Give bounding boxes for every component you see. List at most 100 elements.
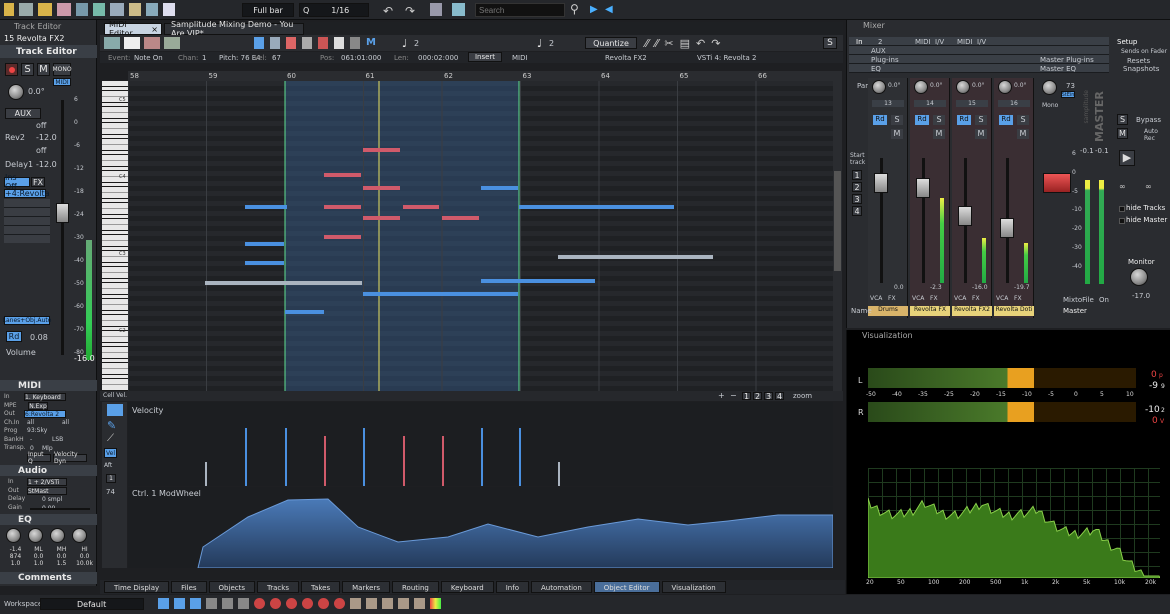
eye-icon[interactable]: [270, 598, 281, 609]
staccato-icon[interactable]: ⁄⁄: [655, 37, 659, 50]
bottom-tab[interactable]: Keyboard: [440, 581, 494, 593]
channel-read-button[interactable]: Rd: [999, 115, 1013, 125]
zoom-in-icon[interactable]: +: [718, 391, 725, 400]
list-icon[interactable]: [19, 3, 33, 16]
tab-project[interactable]: Samplitude Mixing Demo - You Are.VIP*: [164, 20, 304, 38]
zoom-preset-4[interactable]: 4: [775, 392, 784, 401]
channel-vca-button[interactable]: VCA: [996, 295, 1008, 302]
mixer-solo-right[interactable]: S: [1117, 114, 1128, 125]
channel-vca-button[interactable]: VCA: [912, 295, 924, 302]
start-track-1[interactable]: 1: [852, 170, 862, 180]
bottom-tab[interactable]: Time Display: [104, 581, 170, 593]
note-length-icon[interactable]: ♩: [402, 37, 407, 50]
vel-value[interactable]: 67: [272, 54, 281, 62]
close-icon[interactable]: ×: [151, 25, 158, 34]
insert-slots[interactable]: [4, 199, 50, 243]
rev-send-label[interactable]: Rev2: [5, 133, 25, 142]
audio-in-select[interactable]: 1 + 2/VSTi: [27, 478, 67, 486]
channel-fx-button[interactable]: FX: [972, 295, 980, 302]
master-plugins-label[interactable]: Master Plug-ins: [1040, 56, 1094, 64]
scissors-icon[interactable]: ✂: [664, 37, 673, 50]
sends-on-fader-button[interactable]: Sends on Fader: [1121, 48, 1167, 55]
layout-icon[interactable]: [206, 598, 217, 609]
undo-icon[interactable]: ↶: [383, 4, 393, 18]
eraser-tool-icon[interactable]: [334, 37, 344, 49]
wand-icon[interactable]: [452, 3, 465, 16]
channel-fader-track[interactable]: [922, 158, 925, 283]
bottom-tab[interactable]: Info: [495, 581, 529, 593]
back-icon[interactable]: ◀: [605, 4, 613, 15]
mixer-plugins-label[interactable]: Plug-ins: [871, 56, 899, 64]
master-on-label[interactable]: On: [1099, 296, 1109, 304]
aux-button[interactable]: AUX: [5, 108, 41, 119]
redo-icon[interactable]: ↷: [405, 4, 415, 18]
velocity-dyn-button[interactable]: Velocity Dyn: [53, 451, 87, 465]
mixer-midi-label-2[interactable]: MIDI: [957, 38, 973, 46]
zoom-preset-2[interactable]: 2: [753, 392, 762, 401]
resets-button[interactable]: Resets: [1127, 57, 1150, 65]
channel-name[interactable]: Revolta Doti: [994, 306, 1034, 316]
zoom-out-icon[interactable]: −: [730, 391, 737, 400]
mixer-in-num[interactable]: 2: [878, 38, 882, 46]
channel-fx-button[interactable]: FX: [930, 295, 938, 302]
channel-mute-button[interactable]: M: [933, 129, 945, 139]
grid-icon[interactable]: [163, 3, 175, 16]
volume-fader-handle[interactable]: [56, 203, 69, 223]
channel-pan-knob[interactable]: [956, 80, 970, 94]
channel-fader-handle[interactable]: [1000, 218, 1014, 238]
piano-icon[interactable]: [124, 37, 140, 49]
pos-value[interactable]: 061:01:000: [341, 54, 381, 62]
mixer-in-label[interactable]: In: [856, 38, 863, 46]
eye-icon[interactable]: [334, 598, 345, 609]
vsti-label[interactable]: VSTi 4: Revolta 2: [697, 54, 756, 62]
record-button[interactable]: [5, 63, 18, 76]
midi-out-label[interactable]: MIDI: [512, 54, 528, 62]
arrange-icon[interactable]: [129, 3, 141, 16]
mixer-icon[interactable]: [366, 598, 377, 609]
score-icon[interactable]: [164, 37, 180, 49]
channel-solo-button[interactable]: S: [1017, 115, 1029, 125]
master-fader-handle[interactable]: [1043, 173, 1071, 193]
len-value[interactable]: 000:02:000: [418, 54, 458, 62]
eye-icon[interactable]: [286, 598, 297, 609]
snapshots-button[interactable]: Snapshots: [1123, 65, 1159, 73]
mute-tool-icon[interactable]: [318, 37, 328, 49]
glue-icon[interactable]: ▤: [680, 37, 690, 50]
prog-value[interactable]: 93:Sky: [27, 427, 47, 434]
editor-solo-button[interactable]: S: [823, 37, 837, 49]
mute-button[interactable]: M: [37, 63, 50, 76]
undo-icon[interactable]: ↶: [696, 37, 705, 50]
insert-button[interactable]: Insert: [468, 52, 502, 62]
note-length-value-2[interactable]: 2: [549, 39, 554, 48]
channel-name[interactable]: Revolta FX: [910, 306, 950, 316]
channel-pan-knob[interactable]: [998, 80, 1012, 94]
solo-button[interactable]: S: [21, 63, 34, 76]
line-draw-icon[interactable]: ⟋: [107, 433, 114, 444]
quantize-select[interactable]: Q 1/16: [299, 3, 369, 17]
input-q-button[interactable]: Input Q: [27, 451, 51, 465]
pointer-tool-icon[interactable]: [107, 404, 123, 416]
link-icon[interactable]: ∞: [1145, 182, 1152, 191]
start-track-2[interactable]: 2: [852, 182, 862, 192]
channel-fader-handle[interactable]: [916, 178, 930, 198]
channel-pan-knob[interactable]: [872, 80, 886, 94]
cut-icon[interactable]: [93, 3, 105, 16]
note-length-icon-2[interactable]: ♩: [537, 37, 542, 50]
tab-midi-editor[interactable]: MIDI Editor ×: [104, 20, 162, 38]
mixtofile-label[interactable]: MixtoFile: [1063, 296, 1094, 304]
snap-icon[interactable]: [146, 3, 158, 16]
vel-lane-button[interactable]: Vel: [104, 448, 117, 458]
bypass-button[interactable]: Bypass: [1136, 116, 1161, 124]
stein-button[interactable]: StEin: [1061, 91, 1075, 98]
channel-read-button[interactable]: Rd: [957, 115, 971, 125]
hide-master-label[interactable]: hide Master: [1126, 216, 1167, 224]
layout-icon[interactable]: [190, 598, 201, 609]
start-track-4[interactable]: 4: [852, 206, 862, 216]
eq-hi-knob[interactable]: [72, 528, 87, 543]
eraser-icon[interactable]: [57, 3, 71, 16]
tools-icon[interactable]: [430, 3, 442, 16]
volume-fader-track[interactable]: [61, 100, 64, 355]
instrument-label[interactable]: Revolta FX2: [605, 54, 647, 62]
channel-vca-button[interactable]: VCA: [954, 295, 966, 302]
channel-solo-button[interactable]: S: [933, 115, 945, 125]
